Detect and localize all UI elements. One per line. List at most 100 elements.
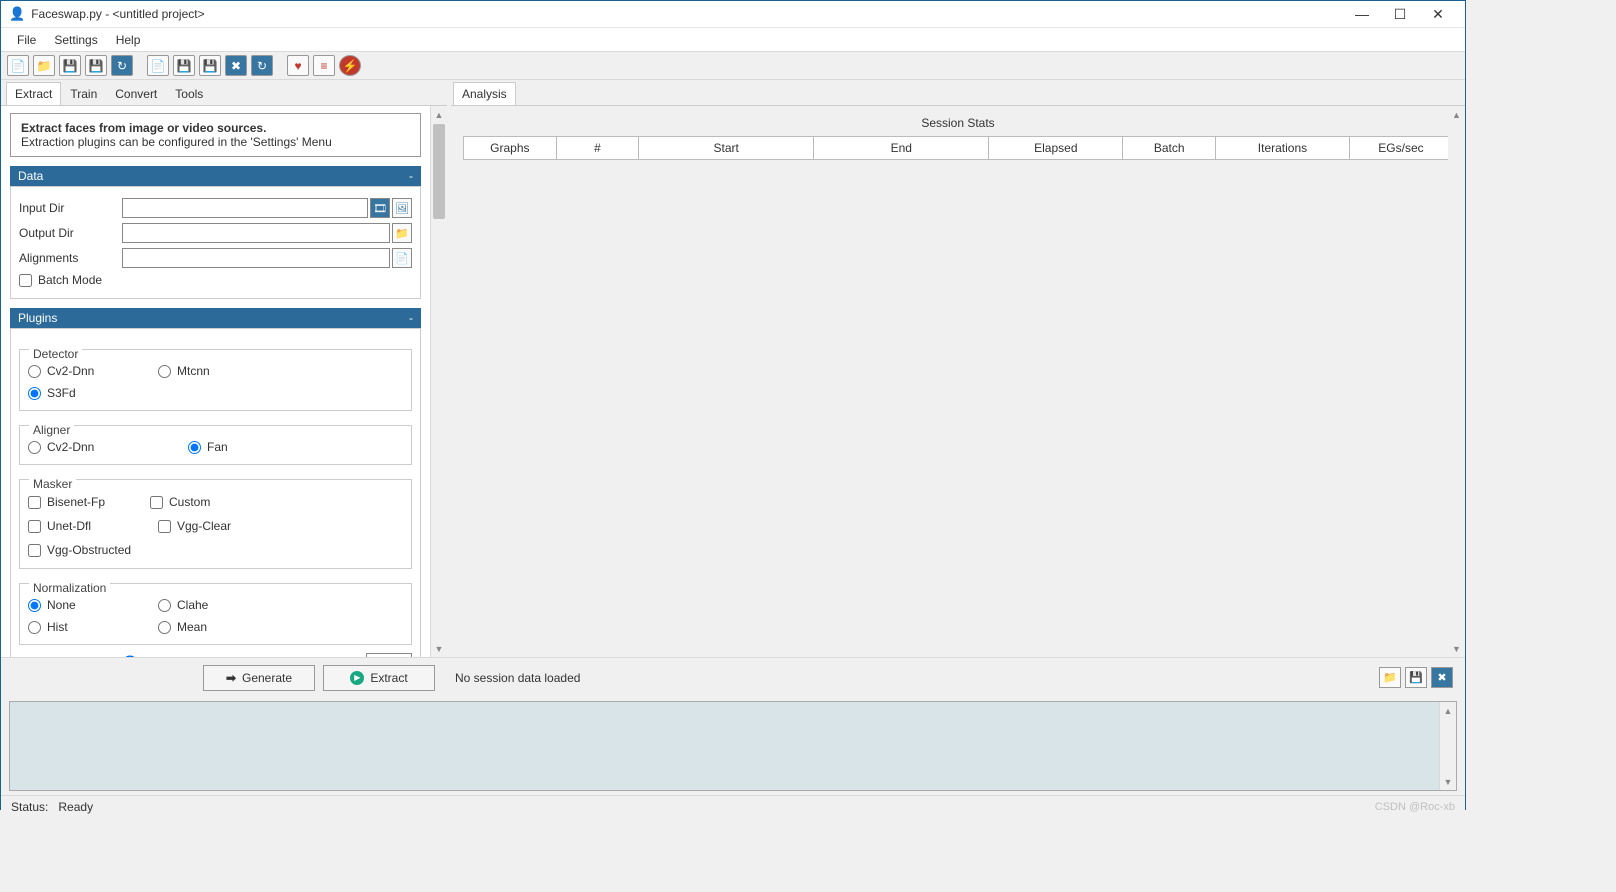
norm-none[interactable]: None [28, 598, 158, 612]
tab-extract[interactable]: Extract [6, 82, 61, 106]
tab-tools[interactable]: Tools [166, 82, 212, 106]
description-box: Extract faces from image or video source… [10, 113, 421, 157]
masker-unet[interactable]: Unet-Dfl [28, 519, 158, 533]
input-image-icon[interactable]: 🖼 [392, 198, 412, 218]
menu-file[interactable]: File [8, 30, 45, 50]
tool-close-icon[interactable]: ✖ [225, 55, 247, 76]
play-icon: ▶ [350, 671, 364, 685]
stats-table: Graphs # Start End Elapsed Batch Iterati… [463, 136, 1453, 160]
masker-custom[interactable]: Custom [150, 495, 302, 509]
tab-train[interactable]: Train [61, 82, 106, 106]
col-egs: EGs/sec [1349, 137, 1452, 160]
menu-help[interactable]: Help [107, 30, 150, 50]
tool-config-new-icon[interactable]: 📄 [147, 55, 169, 76]
session-stats-title: Session Stats [463, 116, 1453, 130]
menu-settings[interactable]: Settings [45, 30, 106, 50]
tool-open-icon[interactable]: 📁 [33, 55, 55, 76]
aligner-fan[interactable]: Fan [188, 440, 318, 454]
aligner-cv2dnn[interactable]: Cv2-Dnn [28, 440, 188, 454]
minimize-button[interactable]: — [1343, 6, 1381, 22]
alignments-label: Alignments [19, 251, 122, 265]
generate-button[interactable]: ➡ Generate [203, 665, 315, 691]
right-tabs: Analysis [451, 80, 1465, 105]
batch-mode-checkbox[interactable]: Batch Mode [19, 273, 412, 287]
session-open-icon[interactable]: 📁 [1379, 667, 1401, 688]
tool-config-saveas-icon[interactable]: 💾 [199, 55, 221, 76]
input-video-icon[interactable]: 🎞 [370, 198, 390, 218]
left-pane: Extract Train Convert Tools Extract face… [1, 80, 447, 657]
console-scroll-up-icon[interactable]: ▲ [1440, 702, 1456, 719]
session-save-icon[interactable]: 💾 [1405, 667, 1427, 688]
norm-mean[interactable]: Mean [158, 620, 288, 634]
right-scroll-down-icon[interactable]: ▼ [1448, 640, 1465, 657]
scroll-down-icon[interactable]: ▼ [431, 640, 447, 657]
col-num: # [556, 137, 638, 160]
detector-s3fd[interactable]: S3Fd [28, 386, 158, 400]
extract-button[interactable]: ▶ Extract [323, 665, 435, 691]
row-input-dir: Input Dir 🎞 🖼 [19, 198, 412, 218]
tool-refresh-icon[interactable]: ↻ [251, 55, 273, 76]
tool-donate-icon[interactable]: ♥ [287, 55, 309, 76]
maximize-button[interactable]: ☐ [1381, 6, 1419, 23]
description-title: Extract faces from image or video source… [21, 121, 410, 135]
tool-config-save-icon[interactable]: 💾 [173, 55, 195, 76]
detector-mtcnn[interactable]: Mtcnn [158, 364, 288, 378]
console-scroll-down-icon[interactable]: ▼ [1440, 773, 1456, 790]
section-plugins-body: Detector Cv2-Dnn Mtcnn S3Fd Aligner Cv2-… [10, 328, 421, 657]
tool-save-icon[interactable]: 💾 [59, 55, 81, 76]
masker-vggobs[interactable]: Vgg-Obstructed [28, 543, 208, 557]
stats-area: Session Stats Graphs # Start End Elapsed… [451, 105, 1465, 657]
tool-reload-icon[interactable]: ↻ [111, 55, 133, 76]
options-panel: Extract faces from image or video source… [1, 106, 430, 657]
scroll-up-icon[interactable]: ▲ [431, 106, 447, 123]
table-header-row: Graphs # Start End Elapsed Batch Iterati… [464, 137, 1453, 160]
menubar: File Settings Help [1, 28, 1465, 51]
status-value: Ready [58, 800, 93, 814]
norm-group-label: Normalization [29, 581, 110, 595]
detector-cv2dnn[interactable]: Cv2-Dnn [28, 364, 158, 378]
refeed-row: Re Feed [19, 653, 412, 657]
status-label: Status: [11, 800, 48, 814]
console-scrollbar[interactable]: ▲ ▼ [1439, 702, 1456, 790]
left-actions: ➡ Generate ▶ Extract [13, 665, 447, 691]
row-output-dir: Output Dir 📁 [19, 223, 412, 243]
output-dir-field[interactable] [122, 223, 390, 243]
app-icon: 👤 [9, 6, 25, 22]
batch-mode-label: Batch Mode [38, 273, 102, 287]
tool-log-icon[interactable]: ≡ [313, 55, 335, 76]
alignments-field[interactable] [122, 248, 390, 268]
input-dir-field[interactable] [122, 198, 368, 218]
output-folder-icon[interactable]: 📁 [392, 223, 412, 243]
alignments-file-icon[interactable]: 📄 [392, 248, 412, 268]
tool-saveas-icon[interactable]: 💾 [85, 55, 107, 76]
close-button[interactable]: ✕ [1419, 6, 1457, 23]
titlebar: 👤 Faceswap.py - <untitled project> — ☐ ✕ [1, 1, 1465, 28]
masker-bisenet[interactable]: Bisenet-Fp [28, 495, 150, 509]
tab-analysis[interactable]: Analysis [453, 82, 516, 106]
refeed-value[interactable] [366, 653, 412, 657]
collapse-data[interactable]: - [409, 169, 413, 183]
norm-clahe[interactable]: Clahe [158, 598, 288, 612]
section-header-plugins: Plugins - [10, 308, 421, 328]
right-scrollbar[interactable]: ▲ ▼ [1448, 106, 1465, 657]
output-dir-label: Output Dir [19, 226, 122, 240]
scroll-thumb[interactable] [433, 124, 445, 219]
col-end: End [814, 137, 989, 160]
right-scroll-up-icon[interactable]: ▲ [1448, 106, 1465, 123]
section-data-label: Data [18, 169, 43, 183]
masker-vggclear[interactable]: Vgg-Clear [158, 519, 280, 533]
watermark: CSDN @Roc-xb [1375, 801, 1455, 813]
tool-new-icon[interactable]: 📄 [7, 55, 29, 76]
session-clear-icon[interactable]: ✖ [1431, 667, 1453, 688]
col-start: Start [639, 137, 814, 160]
refeed-slider[interactable] [122, 655, 358, 657]
statusbar: Status: Ready CSDN @Roc-xb [1, 795, 1465, 817]
tab-convert[interactable]: Convert [106, 82, 166, 106]
collapse-plugins[interactable]: - [409, 311, 413, 325]
left-scrollbar[interactable]: ▲ ▼ [430, 106, 447, 657]
tool-action-icon[interactable]: ⚡ [339, 55, 361, 76]
norm-hist[interactable]: Hist [28, 620, 158, 634]
detector-group-label: Detector [29, 347, 82, 361]
generate-arrow-icon: ➡ [226, 671, 236, 685]
masker-group-label: Masker [29, 477, 76, 491]
